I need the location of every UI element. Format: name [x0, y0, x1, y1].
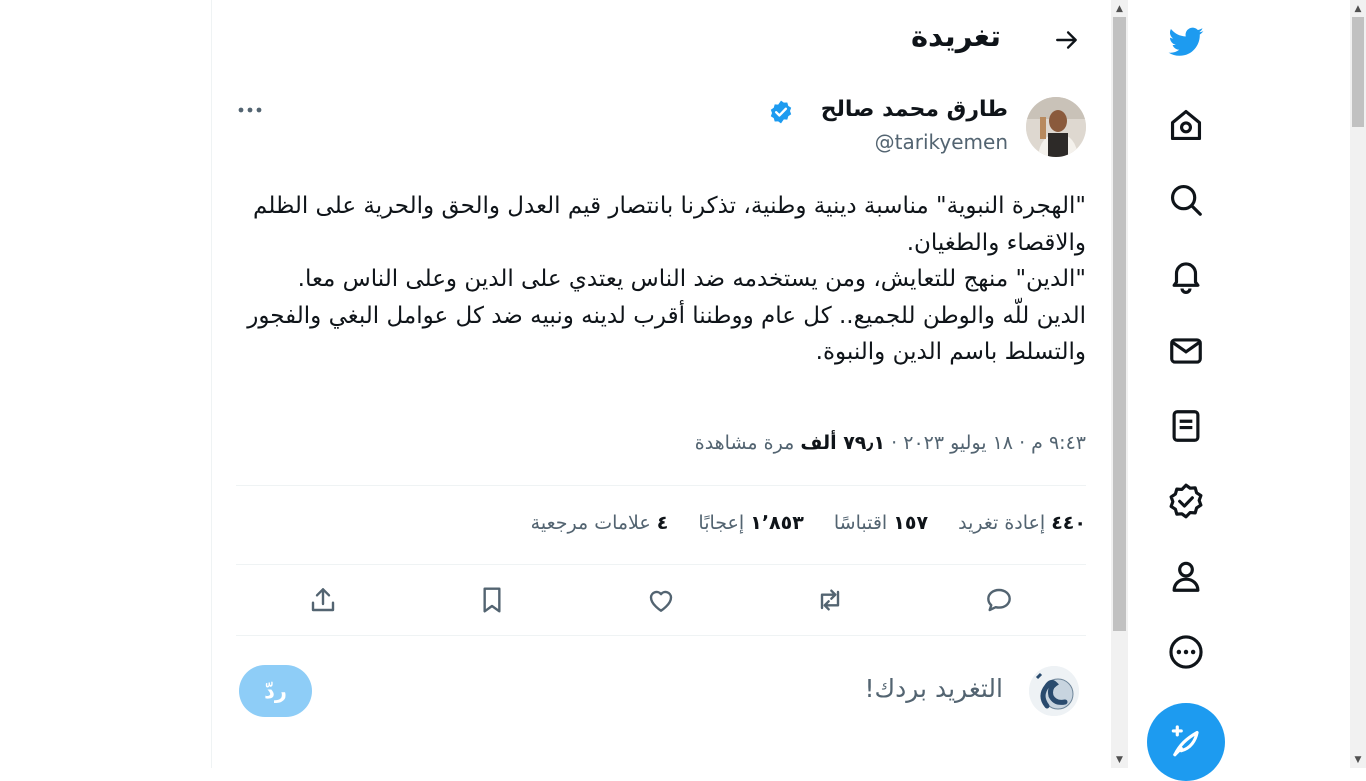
- scrollbar-thumb[interactable]: [1352, 17, 1364, 127]
- current-user-avatar[interactable]: [1029, 666, 1079, 716]
- divider: [236, 485, 1086, 486]
- retweet-icon: [820, 589, 840, 611]
- author-handle[interactable]: @tarikyemen: [875, 130, 1008, 154]
- tweet-text: "الهجرة النبوية" مناسبة دينية وطنية، تذك…: [236, 188, 1086, 371]
- verified-badge-icon: [770, 100, 792, 124]
- lists-icon: [1172, 410, 1200, 442]
- nav-profile[interactable]: [1165, 555, 1207, 597]
- stat-count: ١٥٧: [893, 512, 929, 534]
- scroll-down-arrow-icon[interactable]: ▼: [1111, 751, 1128, 768]
- nav-verified[interactable]: [1165, 480, 1207, 522]
- more-options-button[interactable]: [236, 96, 264, 124]
- page-scrollbar[interactable]: ▲ ▼: [1350, 0, 1366, 768]
- back-button[interactable]: [1051, 24, 1083, 56]
- nav-lists[interactable]: [1165, 405, 1207, 447]
- tweet-date[interactable]: ١٨ يوليو ٢٠٢٣: [903, 432, 1013, 454]
- author-photo: [1026, 97, 1086, 157]
- share-action-button[interactable]: [303, 580, 343, 620]
- tweet-meta: ٩:٤٣ م · ١٨ يوليو ٢٠٢٣ · ٧٩٫١ ألف مرة مش…: [695, 432, 1086, 454]
- stat-label: علامات مرجعية: [530, 512, 651, 534]
- nav-explore[interactable]: [1165, 179, 1207, 221]
- reply-button[interactable]: ردّ: [239, 665, 312, 717]
- stat-quotes[interactable]: ١٥٧ اقتباسًا: [834, 512, 928, 534]
- stat-label: اقتباسًا: [833, 512, 888, 534]
- heart-icon: [649, 590, 673, 612]
- stat-bookmarks[interactable]: ٤ علامات مرجعية: [531, 512, 669, 534]
- tweet-text-line: "الدين" منهج للتعايش، ومن يستخدمه ضد الن…: [297, 266, 1086, 293]
- more-circle-icon: [1169, 635, 1203, 669]
- retweet-action-button[interactable]: [810, 580, 850, 620]
- page-title: تغريدة: [910, 19, 1001, 53]
- stat-label: إعادة تغريد: [958, 512, 1046, 534]
- tweet-time[interactable]: ٩:٤٣ م: [1031, 432, 1086, 454]
- scroll-up-arrow-icon[interactable]: ▲: [1350, 0, 1366, 17]
- twitter-logo-icon: [1168, 27, 1204, 56]
- views-count: ٧٩٫١ ألف: [800, 432, 886, 454]
- reply-icon: [987, 588, 1011, 612]
- page-header: تغريدة: [212, 0, 1111, 80]
- scrollbar-thumb[interactable]: [1113, 17, 1126, 631]
- divider: [236, 635, 1086, 636]
- search-icon: [1170, 184, 1202, 216]
- like-action-button[interactable]: [641, 580, 681, 620]
- nav-more[interactable]: [1165, 631, 1207, 673]
- views-label: مرة مشاهدة: [694, 432, 795, 454]
- stat-count: ١٬٨٥٣: [750, 512, 804, 534]
- tweet-detail-column: تغريدة طارق محمد صالح @tarikyemen "الهجر…: [212, 0, 1111, 768]
- twitter-logo-link[interactable]: [1165, 21, 1207, 63]
- arrow-right-icon: [1056, 31, 1077, 49]
- tweet-stats: ٤٤٠ إعادة تغريد ١٥٧ اقتباسًا ١٬٨٥٣ إعجاب…: [507, 512, 1086, 534]
- author-avatar[interactable]: [1026, 97, 1086, 157]
- stat-count: ٤٤٠: [1051, 512, 1086, 534]
- share-icon: [311, 588, 335, 612]
- bookmark-action-button[interactable]: [472, 580, 512, 620]
- reply-input[interactable]: [581, 673, 1005, 704]
- nav-messages[interactable]: [1165, 330, 1207, 372]
- scroll-up-arrow-icon[interactable]: ▲: [1111, 0, 1128, 17]
- messages-envelope-icon: [1170, 338, 1202, 364]
- meta-separator: ·: [891, 432, 898, 454]
- more-horizontal-icon: [238, 107, 262, 113]
- reply-action-button[interactable]: [979, 580, 1019, 620]
- bookmark-icon: [483, 587, 501, 613]
- home-icon: [1170, 109, 1202, 141]
- content-scrollbar[interactable]: ▲ ▼: [1111, 0, 1128, 768]
- stat-count: ٤: [656, 512, 669, 534]
- nav-home[interactable]: [1165, 104, 1207, 146]
- meta-separator: ·: [1019, 432, 1026, 454]
- scroll-down-arrow-icon[interactable]: ▼: [1350, 751, 1366, 768]
- stat-retweets[interactable]: ٤٤٠ إعادة تغريد: [958, 512, 1086, 534]
- nav-notifications[interactable]: [1165, 254, 1207, 296]
- author-name[interactable]: طارق محمد صالح: [821, 97, 1008, 122]
- compose-tweet-button[interactable]: [1147, 703, 1225, 781]
- stat-label: إعجابًا: [698, 512, 745, 534]
- stat-likes[interactable]: ١٬٨٥٣ إعجابًا: [698, 512, 803, 534]
- navigation-rail: [1128, 0, 1350, 781]
- divider: [236, 564, 1086, 565]
- notifications-bell-icon: [1172, 262, 1200, 294]
- user-logo-image: [1029, 666, 1079, 716]
- tweet-text-line: "الهجرة النبوية" مناسبة دينية وطنية، تذك…: [253, 193, 1086, 256]
- profile-icon: [1172, 561, 1200, 592]
- verified-icon: [1169, 483, 1203, 519]
- tweet-text-line: الدين للّه والوطن للجميع.. كل عام ووطننا…: [247, 302, 1086, 366]
- compose-feather-icon: [1171, 725, 1199, 757]
